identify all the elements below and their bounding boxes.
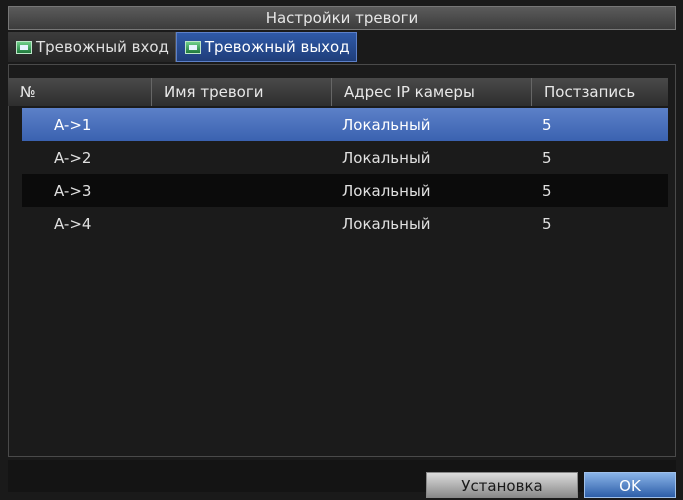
- table-header: № Имя тревоги Адрес IP камеры Постзапись: [8, 78, 668, 106]
- cell-number: A->4: [54, 214, 92, 233]
- column-header-number[interactable]: №: [8, 78, 152, 106]
- alarm-output-table: A->1 Локальный 5 A->2 Локальный 5 A->3 Л…: [22, 108, 668, 240]
- alarm-settings-dialog: Настройки тревоги Тревожный вход Тревожн…: [0, 0, 683, 500]
- column-header-alarm-name[interactable]: Имя тревоги: [152, 78, 332, 106]
- tab-alarm-output[interactable]: Тревожный выход: [175, 32, 357, 62]
- cell-camera-ip: Локальный: [342, 115, 431, 134]
- table-row[interactable]: A->2 Локальный 5: [22, 141, 668, 174]
- cell-post-record: 5: [542, 115, 552, 134]
- cell-camera-ip: Локальный: [342, 148, 431, 167]
- tab-alarm-output-label: Тревожный выход: [204, 38, 350, 56]
- cell-camera-ip: Локальный: [342, 214, 431, 233]
- cell-number: A->1: [54, 115, 92, 134]
- column-header-camera-ip[interactable]: Адрес IP камеры: [332, 78, 532, 106]
- ok-button[interactable]: OK: [584, 472, 676, 498]
- table-row[interactable]: A->1 Локальный 5: [22, 108, 668, 141]
- column-header-post-record[interactable]: Постзапись: [532, 78, 668, 106]
- tab-alarm-input[interactable]: Тревожный вход: [8, 32, 176, 62]
- cell-post-record: 5: [542, 214, 552, 233]
- cell-number: A->2: [54, 148, 92, 167]
- cell-camera-ip: Локальный: [342, 181, 431, 200]
- setup-button[interactable]: Установка: [426, 472, 578, 498]
- dialog-title: Настройки тревоги: [8, 6, 676, 30]
- alarm-input-icon: [16, 40, 32, 54]
- cell-post-record: 5: [542, 148, 552, 167]
- tab-alarm-input-label: Тревожный вход: [36, 38, 169, 56]
- table-row[interactable]: A->3 Локальный 5: [22, 174, 668, 207]
- tab-bar: Тревожный вход Тревожный выход: [8, 32, 357, 62]
- cell-number: A->3: [54, 181, 92, 200]
- alarm-output-icon: [184, 40, 201, 54]
- cell-post-record: 5: [542, 181, 552, 200]
- table-row[interactable]: A->4 Локальный 5: [22, 207, 668, 240]
